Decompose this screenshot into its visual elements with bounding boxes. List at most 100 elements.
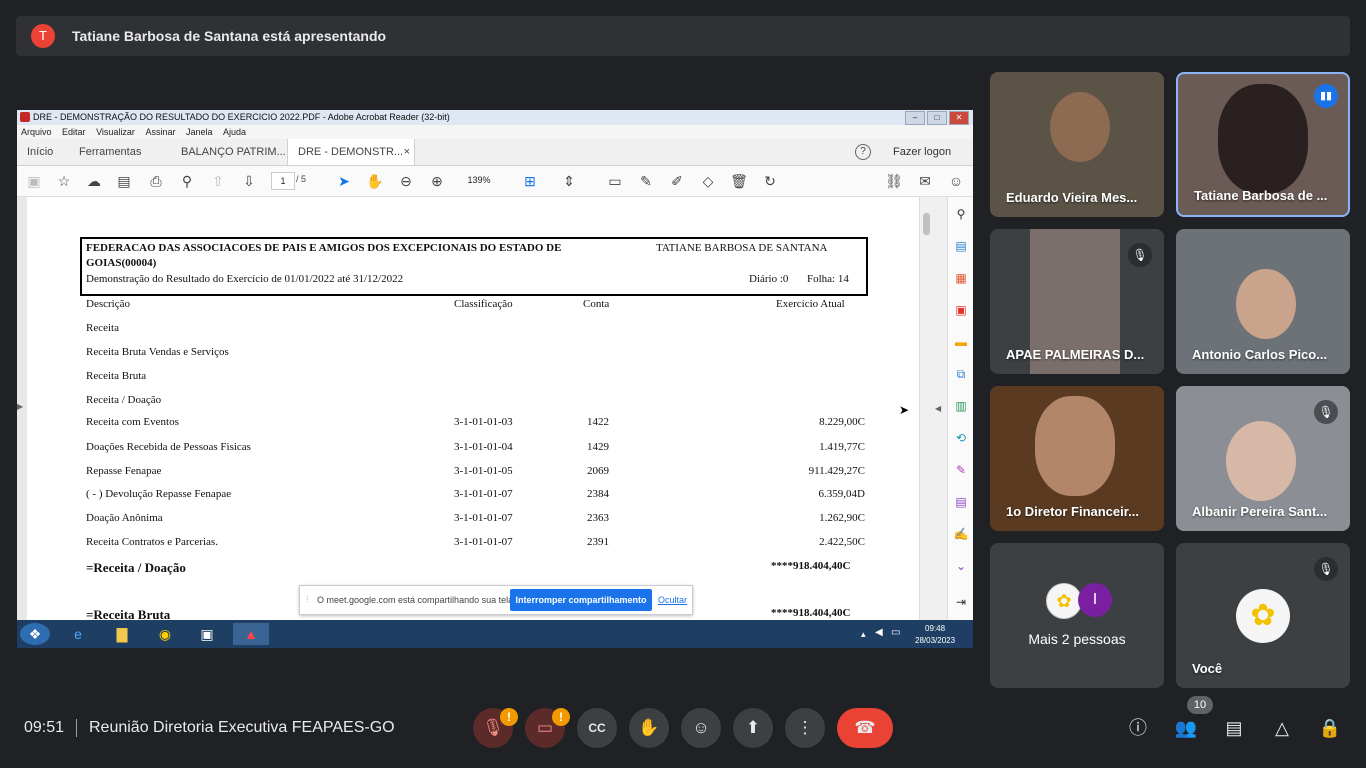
vertical-scrollbar[interactable]: [919, 197, 934, 621]
hand-tool-icon[interactable]: ✋: [366, 172, 384, 190]
row-class: 3-1-01-01-07: [454, 488, 513, 500]
tab-dre[interactable]: DRE - DEMONSTR... ×: [287, 139, 415, 165]
scroll-thumb[interactable]: [923, 213, 930, 235]
mail-icon[interactable]: ✉: [916, 172, 934, 190]
start-button-icon[interactable]: ❖: [20, 623, 50, 645]
more-options-button[interactable]: ⋮: [785, 708, 825, 748]
panel-export-icon[interactable]: ▤: [952, 237, 970, 255]
more-people-tile[interactable]: ✿ I Mais 2 pessoas: [990, 543, 1164, 688]
mic-alert-badge: !: [500, 708, 518, 726]
tab-balanco[interactable]: BALANÇO PATRIM...: [171, 139, 296, 165]
chrome-icon[interactable]: ◉: [150, 623, 180, 645]
panel-more-tools-icon[interactable]: ⌄: [952, 557, 970, 575]
highlight-icon[interactable]: ✎: [637, 172, 655, 190]
panel-send-icon[interactable]: ✍: [952, 525, 970, 543]
save-icon[interactable]: ▣: [25, 172, 43, 190]
participant-initial-avatar: I: [1078, 583, 1112, 617]
comment-icon[interactable]: ▭: [606, 172, 624, 190]
help-icon[interactable]: ?: [855, 144, 871, 160]
minimize-icon[interactable]: –: [905, 111, 925, 125]
host-controls-icon[interactable]: 🔒: [1316, 714, 1344, 742]
mic-off-icon: 🎙: [1128, 243, 1152, 267]
menu-visualizar[interactable]: Visualizar: [96, 125, 135, 139]
menu-assinar[interactable]: Assinar: [145, 125, 175, 139]
internet-explorer-icon[interactable]: e: [63, 623, 93, 645]
panel-scan-icon[interactable]: ⟲: [952, 429, 970, 447]
zoom-level[interactable]: 139%: [457, 172, 501, 188]
app-icon[interactable]: ▣: [192, 623, 222, 645]
rotate-icon[interactable]: ↻: [761, 172, 779, 190]
raise-hand-button[interactable]: ✋: [629, 708, 669, 748]
tab-close-icon[interactable]: ×: [404, 139, 410, 165]
leave-call-button[interactable]: ☎: [837, 708, 893, 748]
acrobat-titlebar: DRE - DEMONSTRAÇÃO DO RESULTADO DO EXERC…: [17, 110, 973, 125]
panel-organize-icon[interactable]: ▦: [952, 269, 970, 287]
page-number-input[interactable]: 1: [271, 172, 295, 190]
presenter-banner: T Tatiane Barbosa de Santana está aprese…: [16, 16, 1350, 56]
participant-tile[interactable]: 1o Diretor Financeir...: [990, 386, 1164, 531]
meeting-info-icon[interactable]: ⓘ: [1124, 714, 1152, 742]
select-cursor-icon[interactable]: ➤: [335, 172, 353, 190]
hide-notice-link[interactable]: Ocultar: [658, 595, 687, 605]
panel-protect-icon[interactable]: ▤: [952, 493, 970, 511]
file-share-icon[interactable]: ▤: [115, 172, 133, 190]
row-conta: 1422: [587, 416, 609, 428]
panel-fill-sign-icon[interactable]: ✎: [952, 461, 970, 479]
page-down-icon[interactable]: ⇩: [240, 172, 258, 190]
tray-up-icon[interactable]: ▴: [861, 629, 866, 640]
panel-create-pdf-icon[interactable]: ▣: [952, 301, 970, 319]
emoji-reaction-button[interactable]: ☺: [681, 708, 721, 748]
upload-icon[interactable]: ☁: [85, 172, 103, 190]
stamp-icon[interactable]: ◇: [699, 172, 717, 190]
delete-icon[interactable]: 🗑: [730, 172, 748, 190]
menu-janela[interactable]: Janela: [186, 125, 213, 139]
panel-compress-icon[interactable]: ▥: [952, 397, 970, 415]
participant-tile[interactable]: Eduardo Vieira Mes...: [990, 72, 1164, 217]
participant-tile[interactable]: 🎙 APAE PALMEIRAS D...: [990, 229, 1164, 374]
close-window-icon[interactable]: ✕: [949, 111, 969, 125]
page-up-icon[interactable]: ⇧: [209, 172, 227, 190]
expand-left-panel-icon[interactable]: ▶: [17, 402, 23, 411]
search-icon[interactable]: ⚲: [178, 172, 196, 190]
file-explorer-icon[interactable]: ▇: [107, 623, 137, 645]
zoom-in-icon[interactable]: ⊕: [428, 172, 446, 190]
col-header-conta: Conta: [583, 298, 610, 310]
collapse-panel-icon[interactable]: ◀: [935, 404, 941, 413]
menu-editar[interactable]: Editar: [62, 125, 86, 139]
panel-search-icon[interactable]: ⚲: [952, 205, 970, 223]
print-icon[interactable]: ⎙: [147, 172, 165, 190]
tab-inicio[interactable]: Início: [17, 139, 63, 165]
draw-icon[interactable]: ✐: [668, 172, 686, 190]
account-icon[interactable]: ☺: [947, 172, 965, 190]
acrobat-taskbar-icon[interactable]: ▲: [233, 623, 269, 645]
tray-volume-icon[interactable]: ◀: [875, 627, 883, 638]
chat-icon[interactable]: ▤: [1220, 714, 1248, 742]
tab-ferramentas[interactable]: Ferramentas: [69, 139, 151, 165]
participant-video: [1218, 84, 1308, 194]
panel-combine-icon[interactable]: ⧉: [952, 365, 970, 383]
panel-collapse-icon[interactable]: ⇥: [952, 593, 970, 611]
fit-page-icon[interactable]: ⊞: [521, 172, 539, 190]
stop-sharing-button[interactable]: Interromper compartilhamento: [510, 589, 652, 611]
login-button[interactable]: Fazer logon: [893, 146, 951, 158]
participant-tile[interactable]: 🎙 Albanir Pereira Sant...: [1176, 386, 1350, 531]
menu-arquivo[interactable]: Arquivo: [21, 125, 52, 139]
present-screen-button[interactable]: ⬆: [733, 708, 773, 748]
participant-name: Antonio Carlos Pico...: [1192, 347, 1328, 362]
link-icon[interactable]: ⛓: [885, 172, 903, 190]
star-icon[interactable]: ☆: [55, 172, 73, 190]
captions-button[interactable]: CC: [577, 708, 617, 748]
menu-ajuda[interactable]: Ajuda: [223, 125, 246, 139]
self-tile[interactable]: 🎙 ✿ Você: [1176, 543, 1350, 688]
scroll-mode-icon[interactable]: ⇕: [560, 172, 578, 190]
tray-network-icon[interactable]: ▭: [891, 627, 900, 638]
activities-icon[interactable]: △: [1268, 714, 1296, 742]
people-icon[interactable]: 👥: [1172, 714, 1200, 742]
participant-tile[interactable]: ▮▮ Tatiane Barbosa de ...: [1176, 72, 1350, 217]
drag-handle-icon[interactable]: ⁞: [306, 594, 309, 604]
more-people-label: Mais 2 pessoas: [1028, 631, 1126, 647]
maximize-icon[interactable]: □: [927, 111, 947, 125]
participant-tile[interactable]: Antonio Carlos Pico...: [1176, 229, 1350, 374]
panel-comment-icon[interactable]: ▬: [952, 333, 970, 351]
zoom-out-icon[interactable]: ⊖: [397, 172, 415, 190]
